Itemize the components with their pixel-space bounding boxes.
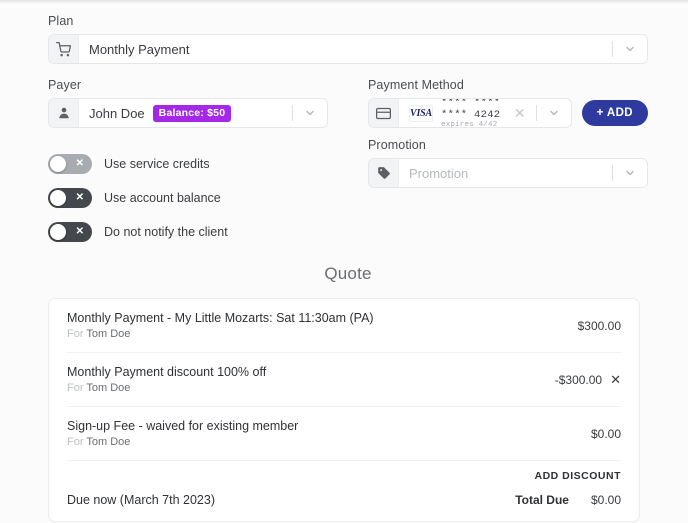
- for-word: For: [67, 382, 84, 394]
- toggles-group: ✕ Use service credits ✕ Use account bala…: [48, 138, 328, 242]
- quote-line-amount: $300.00: [577, 318, 621, 333]
- payment-method-field-group: Payment Method VISA **** **** **** 4242 …: [368, 78, 648, 128]
- quote-line-title: Monthly Payment discount 100% off: [67, 365, 267, 379]
- promotion-field-group: Promotion Promotion: [368, 138, 648, 242]
- card-number: **** **** **** 4242: [441, 99, 501, 121]
- visa-logo-icon: VISA: [409, 104, 433, 122]
- toggle-row-do-not-notify: ✕ Do not notify the client: [48, 222, 328, 242]
- payer-divider: [292, 105, 293, 121]
- promotion-label: Promotion: [368, 138, 426, 152]
- add-discount-row: ADD DISCOUNT: [67, 461, 621, 489]
- promotion-select[interactable]: Promotion: [368, 158, 648, 188]
- close-icon: ✕: [75, 158, 84, 169]
- credit-card-icon: [369, 99, 399, 127]
- payer-label: Payer: [48, 78, 82, 92]
- promotion-placeholder: Promotion: [409, 165, 469, 181]
- payer-suffix: [288, 99, 327, 127]
- for-name: Tom Doe: [86, 382, 131, 394]
- quote-line-amount: $0.00: [590, 426, 621, 441]
- quote-line-title: Monthly Payment - My Little Mozarts: Sat…: [67, 311, 374, 325]
- quote-line-title: Sign-up Fee - waived for existing member: [67, 419, 299, 433]
- for-word: For: [67, 436, 84, 448]
- quote-line-subtitle: For Tom Doe: [67, 436, 298, 448]
- payer-value: John Doe: [89, 105, 145, 121]
- payment-method-line: VISA **** **** **** 4242 expires 4/42 ✕: [368, 98, 648, 128]
- payment-method-suffix: ✕: [512, 99, 571, 127]
- payer-balance-badge: Balance: $50: [152, 104, 232, 122]
- quote-line-amount-wrap: $0.00: [591, 427, 621, 441]
- promotion-suffix: [608, 159, 647, 187]
- plan-label: Plan: [48, 14, 74, 28]
- card-expiry: expires 4/42: [441, 120, 498, 127]
- chevron-down-icon[interactable]: [621, 40, 639, 58]
- remove-discount-icon[interactable]: ✕: [610, 373, 621, 386]
- quote-total-row: Due now (March 7th 2023) Total Due $0.00: [67, 489, 621, 521]
- plan-value: Monthly Payment: [89, 41, 190, 57]
- quote-line-text: Monthly Payment discount 100% off For To…: [67, 365, 266, 394]
- toggle-knob: [50, 224, 66, 240]
- chevron-down-icon[interactable]: [621, 164, 639, 182]
- quote-line-item: Sign-up Fee - waived for existing member…: [67, 407, 621, 461]
- quote-heading: Quote: [324, 264, 372, 283]
- toggles-promotion-row: ✕ Use service credits ✕ Use account bala…: [48, 138, 648, 242]
- quote-line-subtitle: For Tom Doe: [67, 328, 374, 340]
- toggle-list: ✕ Use service credits ✕ Use account bala…: [48, 154, 328, 242]
- plan-field-group: Plan Monthly Payment: [48, 14, 648, 64]
- payment-method-value-area: VISA **** **** **** 4242 expires 4/42: [399, 99, 512, 127]
- for-word: For: [67, 328, 84, 340]
- clear-card-icon[interactable]: ✕: [512, 106, 528, 120]
- user-icon: [49, 99, 79, 127]
- plan-value-area: Monthly Payment: [79, 35, 608, 63]
- toggle-row-service-credits: ✕ Use service credits: [48, 154, 328, 174]
- add-discount-button[interactable]: ADD DISCOUNT: [535, 470, 622, 482]
- payment-method-divider: [535, 105, 537, 121]
- payer-payment-row: Payer John Doe Balance: $50 Payment Meth…: [48, 78, 648, 128]
- payer-value-area: John Doe Balance: $50: [79, 99, 288, 127]
- total-due-label: Total Due: [515, 493, 569, 507]
- quote-card: Monthly Payment - My Little Mozarts: Sat…: [48, 298, 640, 522]
- payer-select[interactable]: John Doe Balance: $50: [48, 98, 328, 128]
- for-name: Tom Doe: [86, 436, 131, 448]
- toggle-use-account-balance[interactable]: ✕: [48, 188, 92, 208]
- payment-method-label: Payment Method: [368, 78, 464, 92]
- total-due-value: $0.00: [590, 493, 621, 507]
- chevron-down-icon[interactable]: [301, 104, 319, 122]
- card-details: **** **** **** 4242 expires 4/42: [441, 99, 502, 127]
- plan-select[interactable]: Monthly Payment: [48, 34, 648, 64]
- promotion-divider: [612, 165, 613, 181]
- payment-method-select[interactable]: VISA **** **** **** 4242 expires 4/42 ✕: [368, 98, 572, 128]
- enrollment-form: Plan Monthly Payment Payer John Doe Bala…: [0, 0, 688, 523]
- quote-line-amount-wrap: $300.00: [578, 319, 621, 333]
- close-icon: ✕: [75, 226, 84, 237]
- quote-line-item: Monthly Payment - My Little Mozarts: Sat…: [67, 299, 621, 353]
- quote-line-text: Monthly Payment - My Little Mozarts: Sat…: [67, 311, 374, 340]
- add-payment-method-button[interactable]: + ADD: [581, 100, 648, 126]
- quote-line-text: Sign-up Fee - waived for existing member…: [67, 419, 298, 448]
- for-name: Tom Doe: [86, 328, 131, 340]
- quote-line-item: Monthly Payment discount 100% off For To…: [67, 353, 621, 407]
- due-now-label: Due now (March 7th 2023): [67, 493, 215, 507]
- tag-icon: [369, 159, 399, 187]
- quote-line-amount-wrap: -$300.00 ✕: [555, 373, 621, 387]
- plan-divider: [612, 41, 613, 57]
- toggle-knob: [50, 156, 66, 172]
- toggle-knob: [50, 190, 66, 206]
- toggle-row-account-balance: ✕ Use account balance: [48, 188, 328, 208]
- total-due-group: Total Due $0.00: [515, 493, 621, 507]
- promotion-value-area[interactable]: Promotion: [399, 159, 608, 187]
- toggle-label-do-not-notify: Do not notify the client: [104, 225, 228, 239]
- plan-suffix: [608, 35, 647, 63]
- quote-line-subtitle: For Tom Doe: [67, 382, 266, 394]
- quote-line-amount: -$300.00: [554, 372, 603, 387]
- toggle-label-service-credits: Use service credits: [104, 157, 210, 171]
- toggle-use-service-credits[interactable]: ✕: [48, 154, 92, 174]
- shopping-cart-icon: [49, 35, 79, 63]
- chevron-down-icon[interactable]: [545, 104, 563, 122]
- payer-field-group: Payer John Doe Balance: $50: [48, 78, 328, 128]
- toggle-label-account-balance: Use account balance: [104, 191, 221, 205]
- toggle-do-not-notify-client[interactable]: ✕: [48, 222, 92, 242]
- close-icon: ✕: [75, 192, 84, 203]
